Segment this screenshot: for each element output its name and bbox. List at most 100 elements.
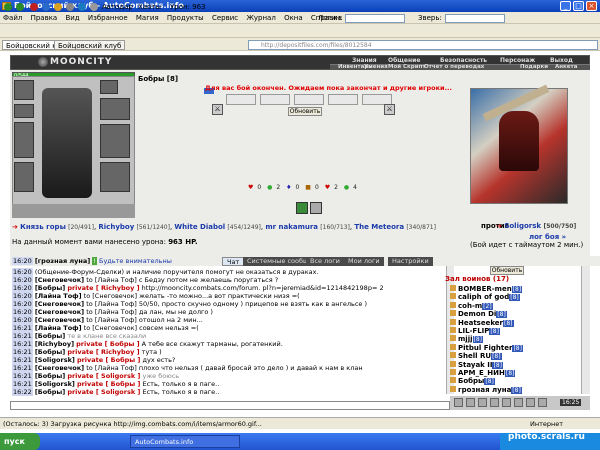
player-name[interactable]: грозная луна (458, 386, 511, 394)
fighter-name[interactable]: mr nakamura (265, 223, 318, 231)
chat-btn-5[interactable] (502, 398, 511, 407)
attack-slot-4[interactable] (328, 94, 358, 105)
weapon-slot[interactable] (14, 122, 34, 158)
chat-private-tag[interactable]: private [ Бобры ] (76, 340, 139, 348)
nav-exit[interactable]: Выход (550, 57, 573, 64)
maximize-button[interactable]: □ (573, 1, 584, 11)
login-field[interactable] (345, 14, 405, 23)
helmet-slot[interactable] (14, 80, 34, 100)
chat-author[interactable]: [Снеговечок] (35, 364, 84, 372)
menu-magic[interactable]: Магия (136, 14, 159, 22)
chat-author[interactable]: [Soligorsk] (35, 356, 75, 364)
menu-service[interactable]: Сервис (212, 14, 238, 22)
chat-author[interactable]: [Снеговечок] (35, 300, 84, 308)
chat-author[interactable]: [Бобры] (35, 388, 65, 396)
nav-security[interactable]: Безопасность (440, 57, 487, 64)
player-entry[interactable]: грозная луна[8] (450, 385, 522, 395)
chat-private-tag[interactable]: private [ Richyboy ] (67, 284, 139, 292)
chat-btn-7[interactable] (526, 398, 535, 407)
chat-author[interactable]: [Бобры] (35, 348, 65, 356)
menu-favorites[interactable]: Избранное (88, 14, 128, 22)
chat-header-nick[interactable]: [грозная луна] (35, 257, 90, 265)
chat-author[interactable]: [Soligorsk] (35, 380, 75, 388)
player-name[interactable]: Heatseeker (458, 319, 503, 327)
menu-file[interactable]: Файл (3, 14, 22, 22)
autodar-button[interactable]: Автодар (102, 2, 133, 12)
opponent-name[interactable]: Бобры [8] (138, 75, 178, 83)
chat-private-tag[interactable]: private [ Soligorsk ] (67, 372, 140, 380)
close-button[interactable]: × (586, 1, 597, 11)
shield-slot[interactable] (100, 124, 130, 158)
back-icon[interactable] (4, 3, 12, 11)
player-name[interactable]: caliph of god (458, 293, 509, 301)
chat-btn-1[interactable] (454, 398, 463, 407)
boots-slot[interactable] (100, 162, 130, 192)
start-button[interactable]: пуск (0, 433, 40, 450)
chat-private-tag[interactable]: private [ Soligorsk ] (67, 388, 140, 396)
chat-author[interactable]: [Лайна Тоф] (35, 324, 82, 332)
refresh-button[interactable]: Обновить (288, 107, 322, 116)
tab-all-logs[interactable]: Все логи (306, 257, 344, 266)
font-icon[interactable] (78, 3, 86, 11)
player-name[interactable]: coh-m (458, 302, 482, 310)
amulet-slot[interactable] (14, 104, 34, 118)
enemy-fighter-name[interactable]: Soligorsk (504, 222, 541, 230)
chat-btn-2[interactable] (466, 398, 475, 407)
nav-communication[interactable]: Общение (388, 57, 420, 64)
chat-private-tag[interactable]: private [ Richyboy ] (67, 348, 139, 356)
tab-fight-club-2[interactable]: Бойцовский клуб (54, 40, 126, 50)
settings-icon[interactable] (90, 3, 98, 11)
attack-slot-2[interactable] (260, 94, 290, 105)
nav-knowledge[interactable]: Знания (352, 57, 377, 64)
effect-slot-1[interactable] (296, 202, 308, 214)
players-scrollbar[interactable] (581, 266, 590, 394)
chat-author[interactable]: [Бобры] (35, 372, 65, 380)
chat-btn-8[interactable] (538, 398, 547, 407)
chat-btn-6[interactable] (514, 398, 523, 407)
chat-author[interactable]: [Richyboy] (35, 340, 74, 348)
chat-author[interactable]: [Снеговечок] (35, 308, 84, 316)
home-icon[interactable] (54, 3, 62, 11)
player-name[interactable]: LIL-FLIP (458, 327, 489, 335)
earrings-slot[interactable] (100, 80, 118, 94)
tab-settings[interactable]: Настройки (388, 257, 433, 266)
effect-slot-2[interactable] (310, 202, 322, 214)
tab-chat[interactable]: Чат (222, 257, 245, 266)
menu-products[interactable]: Продукты (167, 14, 204, 22)
battle-log-link[interactable]: лог боя » (529, 233, 566, 241)
fighter-name[interactable]: Richyboy (98, 223, 134, 231)
menu-windows[interactable]: Окна (284, 14, 303, 22)
chat-input[interactable] (10, 401, 450, 410)
chat-author[interactable]: [Снеговечок] (35, 276, 84, 284)
player-name[interactable]: Demon Di (458, 310, 496, 318)
player-name[interactable]: Бобры (458, 377, 484, 385)
tab-my-logs[interactable]: Мои логи (344, 257, 384, 266)
menu-journal[interactable]: Журнал (246, 14, 275, 22)
taskbar-item[interactable]: AutoCombats.info (130, 435, 240, 448)
menu-edit[interactable]: Правка (31, 14, 58, 22)
stop-icon[interactable] (30, 3, 38, 11)
player-name[interactable]: mjjj (458, 335, 473, 343)
chat-author[interactable]: [Бобры] (35, 284, 65, 292)
minimize-button[interactable]: _ (560, 1, 571, 11)
address-field[interactable]: http://depositfiles.com/files/8012584 (248, 40, 598, 50)
print-icon[interactable] (66, 3, 74, 11)
player-name[interactable]: BOMBER-men (458, 285, 512, 293)
players-refresh-button[interactable]: Обновить (490, 266, 524, 275)
armor-slot[interactable] (14, 162, 34, 192)
fighter-name[interactable]: Князь горы (20, 223, 66, 231)
gloves-slot[interactable] (100, 98, 130, 120)
fighter-name[interactable]: The Meteora (354, 223, 404, 231)
player-name[interactable]: APM_E_HИH (458, 369, 505, 377)
chat-btn-4[interactable] (490, 398, 499, 407)
attack-slot-1[interactable] (226, 94, 256, 105)
forward-icon[interactable] (16, 3, 24, 11)
menu-view[interactable]: Вид (65, 14, 79, 22)
chat-btn-3[interactable] (478, 398, 487, 407)
chat-private-tag[interactable]: private [ Бобры ] (77, 356, 140, 364)
beast-field[interactable] (445, 14, 505, 23)
player-name[interactable]: Pitbul Fighter (458, 344, 512, 352)
chat-private-tag[interactable]: private [ Бобры ] (77, 380, 140, 388)
nav-character[interactable]: Персонаж (500, 57, 535, 64)
player-name[interactable]: Shell RU (458, 352, 491, 360)
